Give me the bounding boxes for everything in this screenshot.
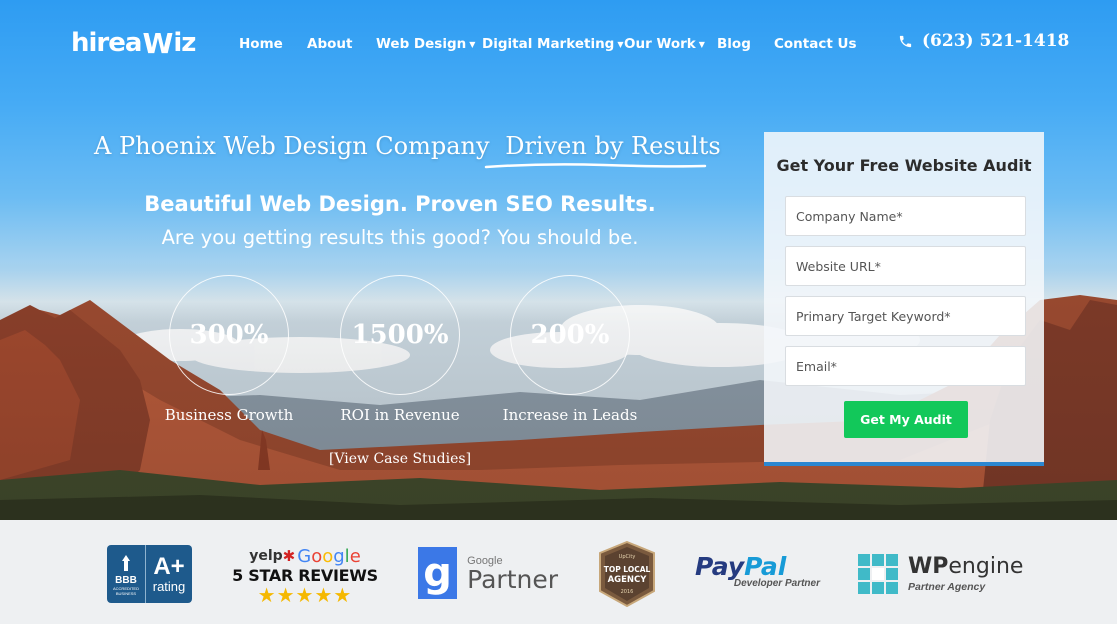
yelp-burst-icon: ✱ bbox=[282, 548, 296, 565]
nav-item-web-design[interactable]: Web Design ▼ bbox=[376, 36, 475, 52]
nav-item-our-work[interactable]: Our Work ▼ bbox=[624, 36, 705, 52]
agency-line2: AGENCY bbox=[608, 575, 648, 585]
form-title: Get Your Free Website Audit bbox=[776, 156, 1032, 175]
yelp-google-logos: yelp ✱ Google bbox=[232, 545, 378, 567]
company-name-field[interactable] bbox=[785, 196, 1026, 236]
stat-circle: 200% bbox=[510, 275, 630, 395]
wpengine-engine: engine bbox=[948, 553, 1024, 579]
google-g-icon: g bbox=[418, 547, 458, 599]
nav-label: Our Work bbox=[624, 36, 696, 52]
nav-label: Blog bbox=[717, 36, 751, 52]
hero-headline: A Phoenix Web Design Company Driven by R… bbox=[94, 132, 721, 160]
stat-roi-revenue: 1500% ROI in Revenue bbox=[340, 275, 460, 424]
bbb-right-panel: A+ rating bbox=[145, 545, 192, 603]
logo-text-left: hirea bbox=[71, 28, 142, 58]
paypal-developer-partner-badge: PayPal Developer Partner bbox=[695, 554, 820, 594]
stat-circle: 1500% bbox=[340, 275, 460, 395]
target-keyword-field[interactable] bbox=[785, 296, 1026, 336]
nav-label: About bbox=[307, 36, 353, 52]
top-local-agency-badge: UpCity TOP LOCAL AGENCY 2016 bbox=[599, 541, 655, 607]
agency-top-text: UpCity bbox=[619, 554, 636, 560]
stat-business-growth: 300% Business Growth bbox=[165, 275, 293, 424]
bbb-grade: A+ bbox=[153, 552, 185, 580]
chevron-down-icon: ▼ bbox=[617, 39, 624, 49]
nav-item-about[interactable]: About bbox=[307, 36, 352, 52]
hero-tagline: Are you getting results this good? You s… bbox=[161, 226, 639, 249]
logo-text-right: iz bbox=[173, 28, 196, 58]
headline-underline-stroke bbox=[484, 163, 707, 169]
paypal-logo: PayPal bbox=[695, 554, 820, 580]
nav-label: Contact Us bbox=[774, 36, 857, 52]
stat-increase-leads: 200% Increase in Leads bbox=[503, 275, 637, 424]
google-partner-partner: Partner bbox=[467, 564, 558, 594]
bbb-letters: BBB bbox=[115, 574, 137, 586]
nav-label: Digital Marketing bbox=[482, 36, 615, 52]
nav-item-digital-marketing[interactable]: Digital Marketing ▼ bbox=[482, 36, 624, 52]
wpengine-subtitle: Partner Agency bbox=[908, 580, 986, 593]
star-rating-icons: ★★★★★ bbox=[257, 585, 353, 607]
google-wordmark: Google bbox=[297, 545, 361, 567]
bbb-rating-label: rating bbox=[152, 578, 186, 594]
agency-year: 2016 bbox=[621, 589, 634, 595]
stat-label: Business Growth bbox=[164, 406, 294, 424]
stat-circle: 300% bbox=[169, 275, 289, 395]
nav-label: Web Design bbox=[376, 36, 467, 52]
headline-main: A Phoenix Web Design Company bbox=[94, 132, 490, 160]
bbb-left-panel: BBB ACCREDITED BUSINESS bbox=[107, 545, 145, 603]
bbb-accredited-text: ACCREDITED BUSINESS bbox=[112, 585, 139, 596]
website-audit-form: Get Your Free Website Audit Get My Audit bbox=[764, 132, 1044, 466]
yelp-google-reviews-badge: yelp ✱ Google 5 STAR REVIEWS ★★★★★ bbox=[232, 545, 378, 608]
google-partner-text: Google Partner bbox=[467, 555, 558, 592]
headline-accent: Driven by Results bbox=[505, 132, 721, 160]
wpengine-wordmark: WPengine bbox=[908, 553, 1024, 579]
trust-badges-strip: BBB ACCREDITED BUSINESS A+ rating yelp ✱… bbox=[0, 520, 1117, 624]
logo-text-mid: W bbox=[142, 26, 173, 60]
yelp-wordmark: yelp bbox=[249, 548, 283, 564]
paypal-pay: Pay bbox=[695, 552, 745, 581]
google-partner-badge: g Google Partner bbox=[418, 547, 558, 599]
nav-item-contact-us[interactable]: Contact Us bbox=[774, 36, 857, 52]
view-case-studies-link[interactable]: [View Case Studies] bbox=[300, 451, 500, 467]
nav-item-blog[interactable]: Blog bbox=[717, 36, 751, 52]
hero-subheadline: Beautiful Web Design. Proven SEO Results… bbox=[144, 192, 656, 216]
bbb-torch-icon bbox=[122, 554, 130, 571]
phone-number-link[interactable]: (623) 521-1418 bbox=[898, 31, 1069, 51]
chevron-down-icon: ▼ bbox=[469, 39, 476, 49]
nav-label: Home bbox=[239, 36, 283, 52]
chevron-down-icon: ▼ bbox=[698, 39, 705, 49]
email-field[interactable] bbox=[785, 346, 1026, 386]
wpengine-text: WPengine Partner Agency bbox=[908, 553, 1024, 593]
wpengine-wp: WP bbox=[908, 553, 949, 579]
agency-line1: TOP LOCAL bbox=[604, 565, 651, 574]
phone-icon bbox=[899, 35, 912, 47]
get-my-audit-button[interactable]: Get My Audit bbox=[844, 401, 968, 438]
bbb-accreditation-badge: BBB ACCREDITED BUSINESS A+ rating bbox=[107, 545, 192, 603]
website-url-field[interactable] bbox=[785, 246, 1026, 286]
five-star-reviews-text: 5 STAR REVIEWS bbox=[232, 566, 378, 585]
wpengine-grid-icon bbox=[858, 554, 898, 594]
paypal-pal: Pal bbox=[744, 552, 787, 581]
nav-item-home[interactable]: Home bbox=[239, 36, 283, 52]
phone-text: (623) 521-1418 bbox=[922, 31, 1070, 51]
wpengine-partner-badge: WPengine Partner Agency bbox=[858, 554, 1023, 594]
stat-label: Increase in Leads bbox=[502, 406, 638, 424]
hireawiz-logo[interactable]: hirea Wiz bbox=[71, 26, 196, 60]
